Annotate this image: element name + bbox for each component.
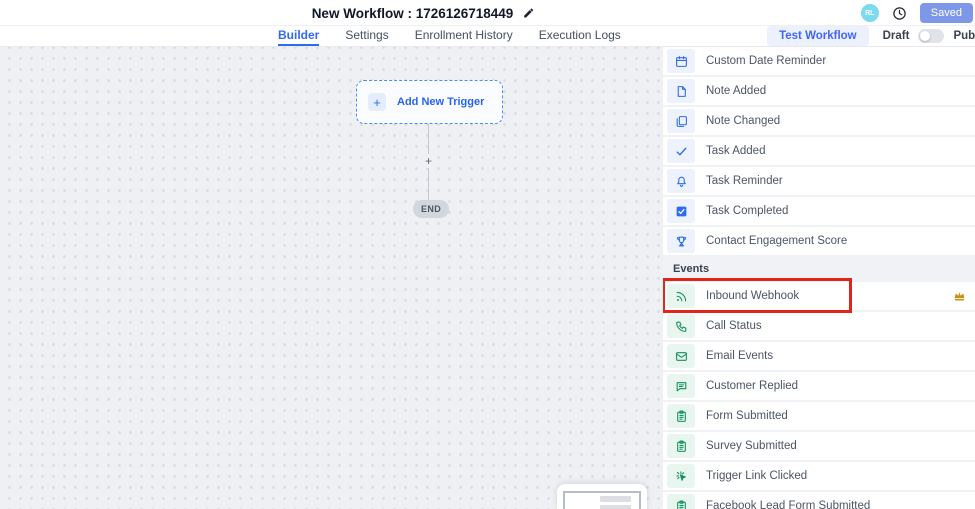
bottom-preview-panel — [557, 484, 647, 509]
workflow-canvas[interactable]: + Add New Trigger + END — [0, 47, 663, 509]
icon-strip — [667, 464, 695, 488]
trigger-item-inbound-webhook[interactable]: Inbound Webhook — [663, 282, 975, 310]
add-step-icon[interactable]: + — [422, 154, 435, 168]
trigger-item-label: Customer Replied — [706, 380, 798, 392]
cursor-click-icon — [675, 470, 688, 483]
trigger-item-custom-date-reminder[interactable]: Custom Date Reminder — [663, 47, 975, 75]
top-header: New Workflow : 1726126718449 RL Saved — [0, 0, 975, 26]
page-title: New Workflow : 1726126718449 — [312, 6, 514, 21]
preview-skeleton — [563, 491, 641, 509]
history-icon[interactable] — [892, 6, 907, 21]
tab-execution-logs[interactable]: Execution Logs — [539, 26, 621, 46]
clipboard-icon — [675, 440, 688, 453]
trigger-item-label: Call Status — [706, 320, 762, 332]
tab-enrollment-history[interactable]: Enrollment History — [415, 26, 513, 46]
notes-copy-icon — [675, 115, 688, 128]
trigger-item-facebook-lead-form-submitted[interactable]: Facebook Lead Form Submitted — [663, 492, 975, 509]
draft-label: Draft — [883, 30, 910, 42]
trigger-item-label: Contact Engagement Score — [706, 235, 847, 247]
tab-settings[interactable]: Settings — [345, 26, 388, 46]
check-icon — [675, 145, 688, 158]
trigger-item-task-added[interactable]: Task Added — [663, 137, 975, 165]
icon-strip — [667, 494, 695, 509]
trigger-item-task-completed[interactable]: Task Completed — [663, 197, 975, 225]
publish-toggle[interactable] — [918, 29, 944, 43]
premium-crown-icon — [953, 290, 966, 308]
icon-strip — [667, 314, 695, 338]
icon-strip — [667, 229, 695, 253]
trigger-item-label: Note Added — [706, 85, 766, 97]
trigger-item-label: Email Events — [706, 350, 773, 362]
chat-icon — [675, 380, 688, 393]
trophy-icon — [675, 235, 688, 248]
trigger-item-label: Inbound Webhook — [706, 290, 799, 302]
edit-title-icon[interactable] — [522, 7, 534, 19]
icon-strip — [667, 434, 695, 458]
icon-strip — [667, 49, 695, 73]
trigger-item-label: Note Changed — [706, 115, 780, 127]
trigger-item-form-submitted[interactable]: Form Submitted — [663, 402, 975, 430]
trigger-item-trigger-link-clicked[interactable]: Trigger Link Clicked — [663, 462, 975, 490]
trigger-item-label: Survey Submitted — [706, 440, 797, 452]
icon-strip — [667, 139, 695, 163]
avatar[interactable]: RL — [861, 4, 879, 22]
icon-strip — [667, 404, 695, 428]
add-trigger-label: Add New Trigger — [397, 96, 484, 108]
check-square-icon — [675, 205, 688, 218]
test-workflow-button[interactable]: Test Workflow — [767, 26, 869, 46]
trigger-item-survey-submitted[interactable]: Survey Submitted — [663, 432, 975, 460]
publish-label: Publish — [953, 30, 975, 42]
trigger-item-label: Custom Date Reminder — [706, 55, 826, 67]
header-controls: RL Saved — [861, 0, 973, 26]
trigger-item-note-changed[interactable]: Note Changed — [663, 107, 975, 135]
icon-strip — [667, 344, 695, 368]
icon-strip — [667, 374, 695, 398]
trigger-item-call-status[interactable]: Call Status — [663, 312, 975, 340]
trigger-item-email-events[interactable]: Email Events — [663, 342, 975, 370]
trigger-item-contact-engagement-score[interactable]: Contact Engagement Score — [663, 227, 975, 255]
bell-icon — [675, 175, 688, 188]
events-section-header: Events — [663, 263, 975, 276]
trigger-item-label: Task Added — [706, 145, 765, 157]
mail-icon — [675, 350, 688, 363]
end-node: END — [413, 200, 449, 218]
workflow-actions: Test Workflow Draft Publish — [767, 26, 975, 46]
workflow-title-group: New Workflow : 1726126718449 — [312, 0, 535, 26]
icon-strip — [667, 199, 695, 223]
clipboard-icon — [675, 500, 688, 509]
trigger-item-label: Facebook Lead Form Submitted — [706, 500, 870, 509]
trigger-item-customer-replied[interactable]: Customer Replied — [663, 372, 975, 400]
icon-strip — [667, 169, 695, 193]
saved-button[interactable]: Saved — [920, 3, 973, 23]
note-icon — [675, 85, 688, 98]
trigger-item-label: Task Completed — [706, 205, 788, 217]
trigger-item-label: Task Reminder — [706, 175, 783, 187]
tab-builder[interactable]: Builder — [278, 26, 319, 46]
icon-strip — [667, 284, 695, 308]
plus-icon: + — [368, 93, 386, 111]
trigger-item-task-reminder[interactable]: Task Reminder — [663, 167, 975, 195]
skeleton-bar — [600, 496, 631, 502]
tabs: Builder Settings Enrollment History Exec… — [278, 26, 621, 46]
calendar-icon — [675, 55, 688, 68]
trigger-item-label: Form Submitted — [706, 410, 788, 422]
workflow-builder-app: New Workflow : 1726126718449 RL Saved Bu… — [0, 0, 975, 509]
trigger-item-label: Trigger Link Clicked — [706, 470, 807, 482]
add-new-trigger-button[interactable]: + Add New Trigger — [356, 80, 503, 124]
skeleton-bar — [600, 505, 631, 509]
icon-strip — [667, 109, 695, 133]
trigger-item-note-added[interactable]: Note Added — [663, 77, 975, 105]
clipboard-icon — [675, 410, 688, 423]
trigger-sidebar: Custom Date Reminder Note Added Note Cha… — [663, 47, 975, 509]
toggle-knob — [920, 31, 930, 41]
webhook-icon — [675, 290, 688, 303]
icon-strip — [667, 79, 695, 103]
tab-bar: Builder Settings Enrollment History Exec… — [0, 26, 975, 47]
phone-icon — [675, 320, 688, 333]
